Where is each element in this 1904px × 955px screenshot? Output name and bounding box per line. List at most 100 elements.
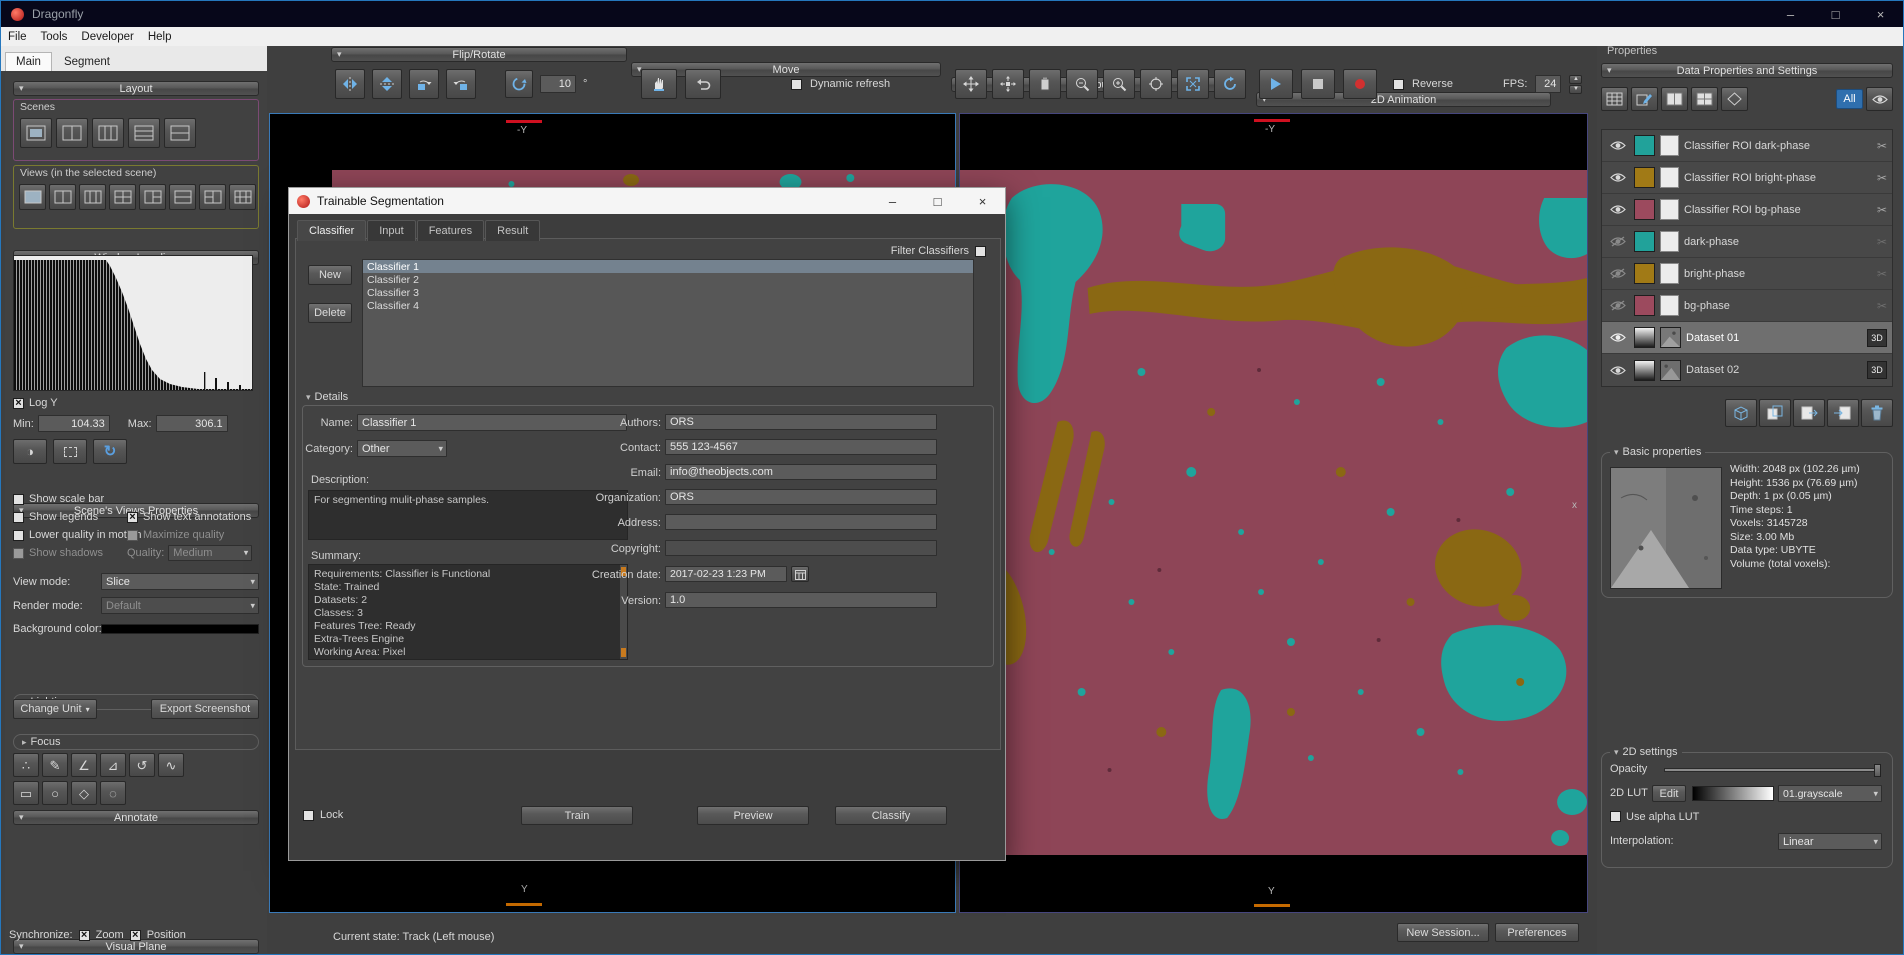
address-input[interactable] [665, 514, 937, 530]
scene-layout-3col-button[interactable] [92, 118, 124, 148]
visibility-toggle[interactable] [1607, 236, 1629, 247]
copyright-input[interactable] [665, 540, 937, 556]
annotate-ellipse-button[interactable]: ○ [42, 781, 68, 805]
maximize-button[interactable]: □ [1813, 1, 1858, 27]
scissors-icon[interactable]: ✂ [1877, 267, 1887, 281]
edit-mask-button[interactable] [1631, 87, 1658, 111]
visibility-toggle[interactable] [1607, 140, 1629, 151]
two-pane-view-button[interactable] [1661, 87, 1688, 111]
dialog-maximize-button[interactable]: □ [915, 188, 960, 214]
scene-layout-3row-button[interactable] [128, 118, 160, 148]
hand-tool-button[interactable] [641, 69, 677, 99]
layer-row[interactable]: dark-phase ✂ [1602, 226, 1892, 258]
view-mode-select[interactable]: Slice [101, 573, 259, 590]
flip-vertical-button[interactable] [372, 69, 402, 99]
view-layout-1-2-button[interactable] [139, 184, 166, 210]
stop-button[interactable] [1301, 69, 1335, 99]
creation-date-input[interactable]: 2017-02-23 1:23 PM [665, 566, 787, 582]
window-leveling-histogram[interactable] [13, 255, 253, 391]
view-layout-2row-button[interactable] [169, 184, 196, 210]
render-mode-select[interactable]: Default [101, 597, 259, 614]
tab-result[interactable]: Result [485, 220, 540, 241]
annotate-lasso-button[interactable]: ◌ [100, 781, 126, 805]
layer-color-swatch[interactable] [1634, 167, 1655, 188]
opacity-slider-handle[interactable] [1874, 764, 1881, 777]
min-input[interactable]: 104.33 [38, 415, 110, 432]
scene-layout-single-button[interactable] [20, 118, 52, 148]
classifier-list-item-selected[interactable]: Classifier 1 [363, 260, 973, 273]
annotate-points-button[interactable]: ∴ [13, 753, 39, 777]
sync-zoom-checkbox[interactable] [79, 930, 90, 941]
lut-ramp-swatch[interactable] [1634, 360, 1655, 381]
layer-color-swatch[interactable] [1634, 135, 1655, 156]
annotate-diamond-button[interactable]: ◇ [71, 781, 97, 805]
scene-layout-2col-button[interactable] [56, 118, 88, 148]
classifier-list-item[interactable]: Classifier 3 [363, 286, 973, 299]
fps-step-up-icon[interactable]: ▲ [1569, 75, 1582, 84]
layer-row[interactable]: Classifier ROI dark-phase ✂ [1602, 130, 1892, 162]
region-leveling-button[interactable] [53, 439, 87, 464]
layer-color-swatch[interactable] [1634, 199, 1655, 220]
toggle-all-visibility-button[interactable] [1866, 87, 1893, 111]
dynamic-refresh-checkbox[interactable] [791, 79, 802, 90]
scissors-icon[interactable]: ✂ [1877, 235, 1887, 249]
view-layout-2col-button[interactable] [49, 184, 76, 210]
reset-view-button[interactable] [1214, 69, 1246, 99]
annotate-rectangle-button[interactable]: ▭ [13, 781, 39, 805]
visibility-toggle[interactable] [1607, 268, 1629, 279]
data-properties-header[interactable]: Data Properties and Settings [1601, 63, 1893, 78]
authors-input[interactable]: ORS [665, 414, 937, 430]
layer-row-selected[interactable]: Dataset 01 3D [1602, 322, 1892, 354]
dialog-minimize-button[interactable]: – [870, 188, 915, 214]
annotate-pencil-button[interactable]: ✎ [42, 753, 68, 777]
delete-classifier-button[interactable]: Delete [308, 303, 352, 323]
lock-checkbox[interactable] [303, 810, 314, 821]
reset-leveling-button[interactable]: ↻ [93, 439, 127, 464]
view-layout-3col-button[interactable] [79, 184, 106, 210]
focus-section[interactable]: Focus [13, 734, 259, 750]
close-button[interactable]: × [1858, 1, 1903, 27]
scissors-icon[interactable]: ✂ [1877, 139, 1887, 153]
classifier-list[interactable]: Classifier 1 Classifier 2 Classifier 3 C… [362, 259, 974, 387]
layer-color-swatch[interactable] [1634, 295, 1655, 316]
background-color-swatch[interactable] [101, 624, 259, 634]
details-toggle[interactable]: Details [306, 391, 348, 403]
play-button[interactable] [1259, 69, 1293, 99]
annotate-wave-button[interactable]: ∿ [158, 753, 184, 777]
show-all-button[interactable]: All [1836, 89, 1863, 109]
visibility-toggle[interactable] [1607, 365, 1629, 376]
visibility-toggle[interactable] [1607, 204, 1629, 215]
clipboard-tool-button[interactable] [1029, 69, 1061, 99]
email-input[interactable]: info@theobjects.com [665, 464, 937, 480]
zoom-in-tool-button[interactable] [1103, 69, 1135, 99]
new-classifier-button[interactable]: New [308, 265, 352, 285]
log-y-checkbox[interactable] [13, 398, 24, 409]
flip-horizontal-button[interactable] [335, 69, 365, 99]
table-view-button[interactable] [1601, 87, 1628, 111]
new-session-button[interactable]: New Session... [1397, 923, 1489, 942]
annotate-loop-button[interactable]: ↺ [129, 753, 155, 777]
tab-segment[interactable]: Segment [54, 53, 120, 71]
show-shadows-checkbox[interactable] [13, 548, 24, 559]
layer-row[interactable]: bg-phase ✂ [1602, 290, 1892, 322]
3d-badge[interactable]: 3D [1867, 361, 1887, 379]
show-3d-button[interactable] [1725, 399, 1757, 427]
visibility-toggle[interactable] [1607, 172, 1629, 183]
scene-layout-2row-button[interactable] [164, 118, 196, 148]
sync-position-checkbox[interactable] [130, 930, 141, 941]
menu-help[interactable]: Help [141, 31, 179, 43]
layer-row[interactable]: Classifier ROI bright-phase ✂ [1602, 162, 1892, 194]
reverse-checkbox[interactable] [1393, 79, 1404, 90]
tab-input[interactable]: Input [367, 220, 415, 241]
scissors-icon[interactable]: ✂ [1877, 299, 1887, 313]
delete-dataset-button[interactable] [1861, 399, 1893, 427]
layer-row[interactable]: Dataset 02 3D [1602, 354, 1892, 386]
max-input[interactable]: 306.1 [156, 415, 228, 432]
flip-rotate-header[interactable]: Flip/Rotate [331, 47, 627, 62]
view-layout-2-1-button[interactable] [199, 184, 226, 210]
export-screenshot-button[interactable]: Export Screenshot [151, 699, 259, 719]
view-layout-quad-button[interactable] [109, 184, 136, 210]
preferences-button[interactable]: Preferences [1495, 923, 1579, 942]
minimize-button[interactable]: – [1768, 1, 1813, 27]
change-unit-button[interactable]: Change Unit▾ [13, 699, 97, 719]
